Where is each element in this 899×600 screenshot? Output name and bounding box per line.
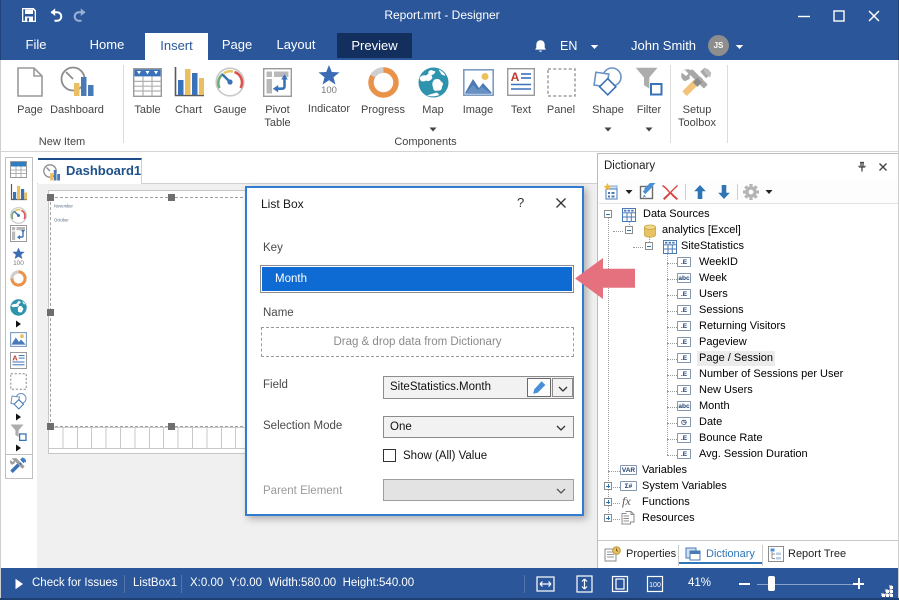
svg-text:100: 100 xyxy=(13,260,24,266)
svg-text:100: 100 xyxy=(649,582,661,589)
svg-text:A: A xyxy=(12,354,18,363)
svg-text:A: A xyxy=(511,70,520,84)
